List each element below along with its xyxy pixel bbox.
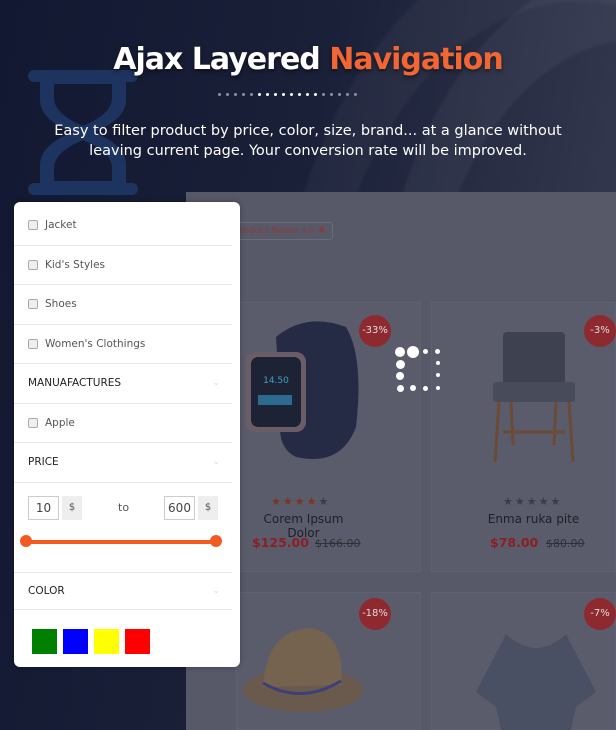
subtitle-line: Easy to filter product by price, color, …: [54, 123, 562, 139]
sort-chip[interactable]: d Product Name +/- ♣: [226, 222, 333, 240]
discount-badge: -7%: [584, 598, 616, 630]
filter-header-color[interactable]: COLOR ⌄: [14, 573, 232, 610]
checkbox[interactable]: [28, 338, 38, 349]
chair-image: [493, 332, 575, 463]
chevron-down-icon: ⌄: [212, 585, 220, 596]
smartwatch-image: 14.50: [246, 321, 359, 459]
price-filter: 10 $ to 600 $: [14, 483, 232, 573]
hero-title: Ajax Layered Navigation: [0, 42, 616, 77]
checkbox[interactable]: [28, 299, 38, 310]
discount-badge: -33%: [359, 315, 391, 347]
sort-icon: ♣: [317, 226, 326, 236]
layered-navigation-sidebar: Jacket Kid's Styles Shoes Women's Clothi…: [14, 202, 240, 667]
title-main: Ajax Layered: [113, 42, 330, 77]
to-label: to: [118, 500, 130, 514]
checkbox[interactable]: [28, 220, 38, 231]
shirt-image: [476, 634, 596, 730]
chevron-down-icon: ⌄: [212, 457, 220, 468]
product-old-price: $80.00: [546, 537, 585, 550]
option-label: Women's Clothings: [45, 337, 146, 350]
price-min-input[interactable]: 10: [28, 495, 59, 520]
product-name[interactable]: Enma ruka pite: [476, 512, 591, 526]
filter-header-manufactures[interactable]: MANUAFACTURES ⌄: [14, 364, 232, 404]
loading-spinner-icon: [395, 346, 445, 397]
hero-subtitle: Easy to filter product by price, color, …: [20, 121, 596, 161]
discount-badge: -18%: [359, 598, 391, 630]
rating-stars: ★★★★★: [271, 495, 331, 508]
price-slider-track[interactable]: [26, 539, 216, 544]
color-swatch-red[interactable]: [125, 628, 150, 654]
decorative-dots: [218, 93, 357, 96]
product-price: $125.00: [252, 535, 309, 550]
filter-option-jacket[interactable]: Jacket: [14, 206, 232, 246]
filter-option-womens-clothings[interactable]: Women's Clothings: [14, 325, 232, 364]
option-label: Apple: [45, 416, 75, 429]
checkbox[interactable]: [28, 259, 38, 270]
shop-preview: d Product Name +/- ♣ s 14.50 -33% -3% -1…: [186, 192, 616, 730]
color-swatch-yellow[interactable]: [94, 628, 119, 654]
svg-text:14.50: 14.50: [263, 376, 289, 386]
color-swatch-blue[interactable]: [63, 628, 88, 654]
product-old-price: $166.00: [315, 537, 361, 550]
price-slider-max-handle[interactable]: [210, 534, 222, 547]
currency-label: $: [62, 495, 82, 520]
chevron-down-icon: ⌄: [212, 378, 220, 389]
color-swatches: [14, 610, 240, 654]
option-label: Shoes: [45, 298, 77, 311]
discount-badge: -3%: [584, 315, 616, 347]
header-label: COLOR: [28, 584, 65, 597]
currency-label: $: [198, 495, 218, 520]
option-label: Kid's Styles: [45, 258, 106, 271]
hat-image: [243, 628, 363, 712]
color-swatch-green[interactable]: [32, 628, 57, 654]
rating-stars: ★★★★★: [503, 495, 563, 508]
title-accent: Navigation: [329, 42, 504, 77]
header-label: PRICE: [28, 456, 59, 469]
subtitle-line: leaving current page. Your conversion ra…: [89, 143, 527, 159]
price-slider-min-handle[interactable]: [20, 534, 32, 547]
product-price: $78.00: [490, 535, 539, 550]
filter-option-kids-styles[interactable]: Kid's Styles: [14, 246, 232, 285]
price-max-input[interactable]: 600: [164, 495, 195, 520]
option-label: Jacket: [45, 219, 77, 232]
checkbox[interactable]: [28, 417, 38, 428]
header-label: MANUAFACTURES: [28, 377, 122, 390]
filter-option-shoes[interactable]: Shoes: [14, 285, 232, 325]
filter-option-apple[interactable]: Apple: [14, 404, 232, 443]
filter-header-price[interactable]: PRICE ⌄: [14, 443, 232, 483]
